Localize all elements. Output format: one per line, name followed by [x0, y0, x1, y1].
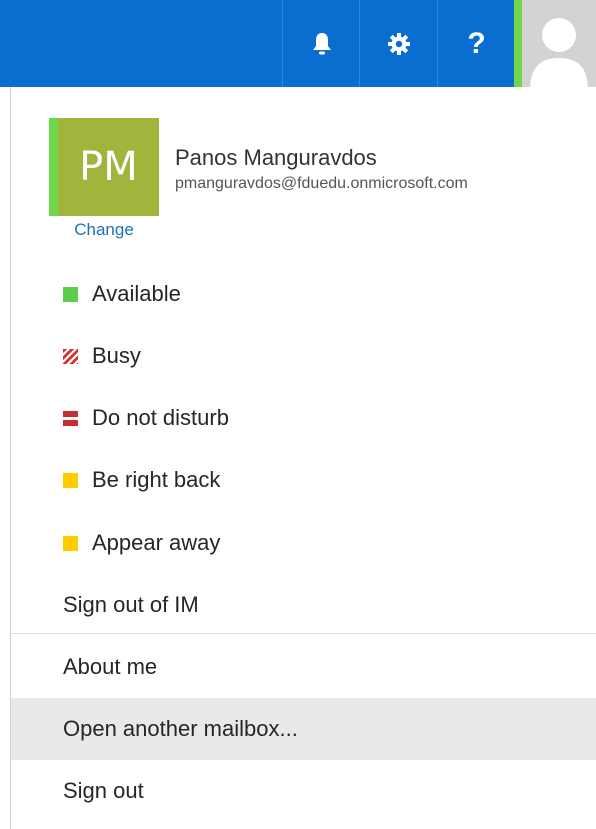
do-not-disturb-icon: [63, 411, 78, 426]
status-label: Busy: [92, 343, 141, 368]
appear-away-icon: [63, 536, 78, 551]
avatar[interactable]: [522, 0, 596, 87]
status-busy[interactable]: Busy: [11, 325, 596, 387]
menu-label: Sign out: [63, 778, 144, 803]
help-icon: ?: [467, 26, 486, 60]
user-email: pmanguravdos@fduedu.onmicrosoft.com: [175, 175, 468, 192]
status-label: Be right back: [92, 467, 221, 492]
top-bar: ?: [0, 0, 596, 87]
presence-indicator: [514, 0, 522, 87]
user-silhouette-icon: [530, 18, 588, 87]
profile-initials: PM: [79, 144, 138, 190]
menu-divider: [11, 633, 596, 634]
notifications-button[interactable]: [282, 0, 360, 87]
status-label: Do not disturb: [92, 405, 229, 430]
sign-out-im-item[interactable]: Sign out of IM: [11, 574, 596, 636]
status-do-not-disturb[interactable]: Do not disturb: [11, 387, 596, 449]
status-label: Available: [92, 281, 181, 306]
status-available[interactable]: Available: [11, 263, 596, 325]
about-me-item[interactable]: About me: [11, 636, 596, 698]
status-appear-away[interactable]: Appear away: [11, 512, 596, 574]
help-button[interactable]: ?: [437, 0, 515, 87]
be-right-back-icon: [63, 473, 78, 488]
account-menu-panel: PM Change Panos Manguravdos pmanguravdos…: [10, 87, 596, 829]
bell-icon: [312, 32, 331, 54]
profile-presence-bar: [49, 118, 58, 216]
menu-label: Open another mailbox...: [63, 716, 298, 741]
gear-icon: [388, 32, 410, 55]
open-another-mailbox-item[interactable]: Open another mailbox...: [11, 698, 596, 760]
status-label: Appear away: [92, 530, 221, 555]
busy-striped-icon: [63, 349, 78, 364]
available-square-icon: [63, 287, 78, 302]
profile-photo: PM: [49, 118, 159, 216]
menu-label: About me: [63, 654, 158, 679]
sign-out-item[interactable]: Sign out: [11, 760, 596, 822]
status-be-right-back[interactable]: Be right back: [11, 449, 596, 511]
change-photo-link[interactable]: Change: [49, 220, 159, 240]
user-name: Panos Manguravdos: [175, 145, 377, 170]
menu-label: Sign out of IM: [63, 592, 199, 617]
settings-button[interactable]: [359, 0, 438, 87]
